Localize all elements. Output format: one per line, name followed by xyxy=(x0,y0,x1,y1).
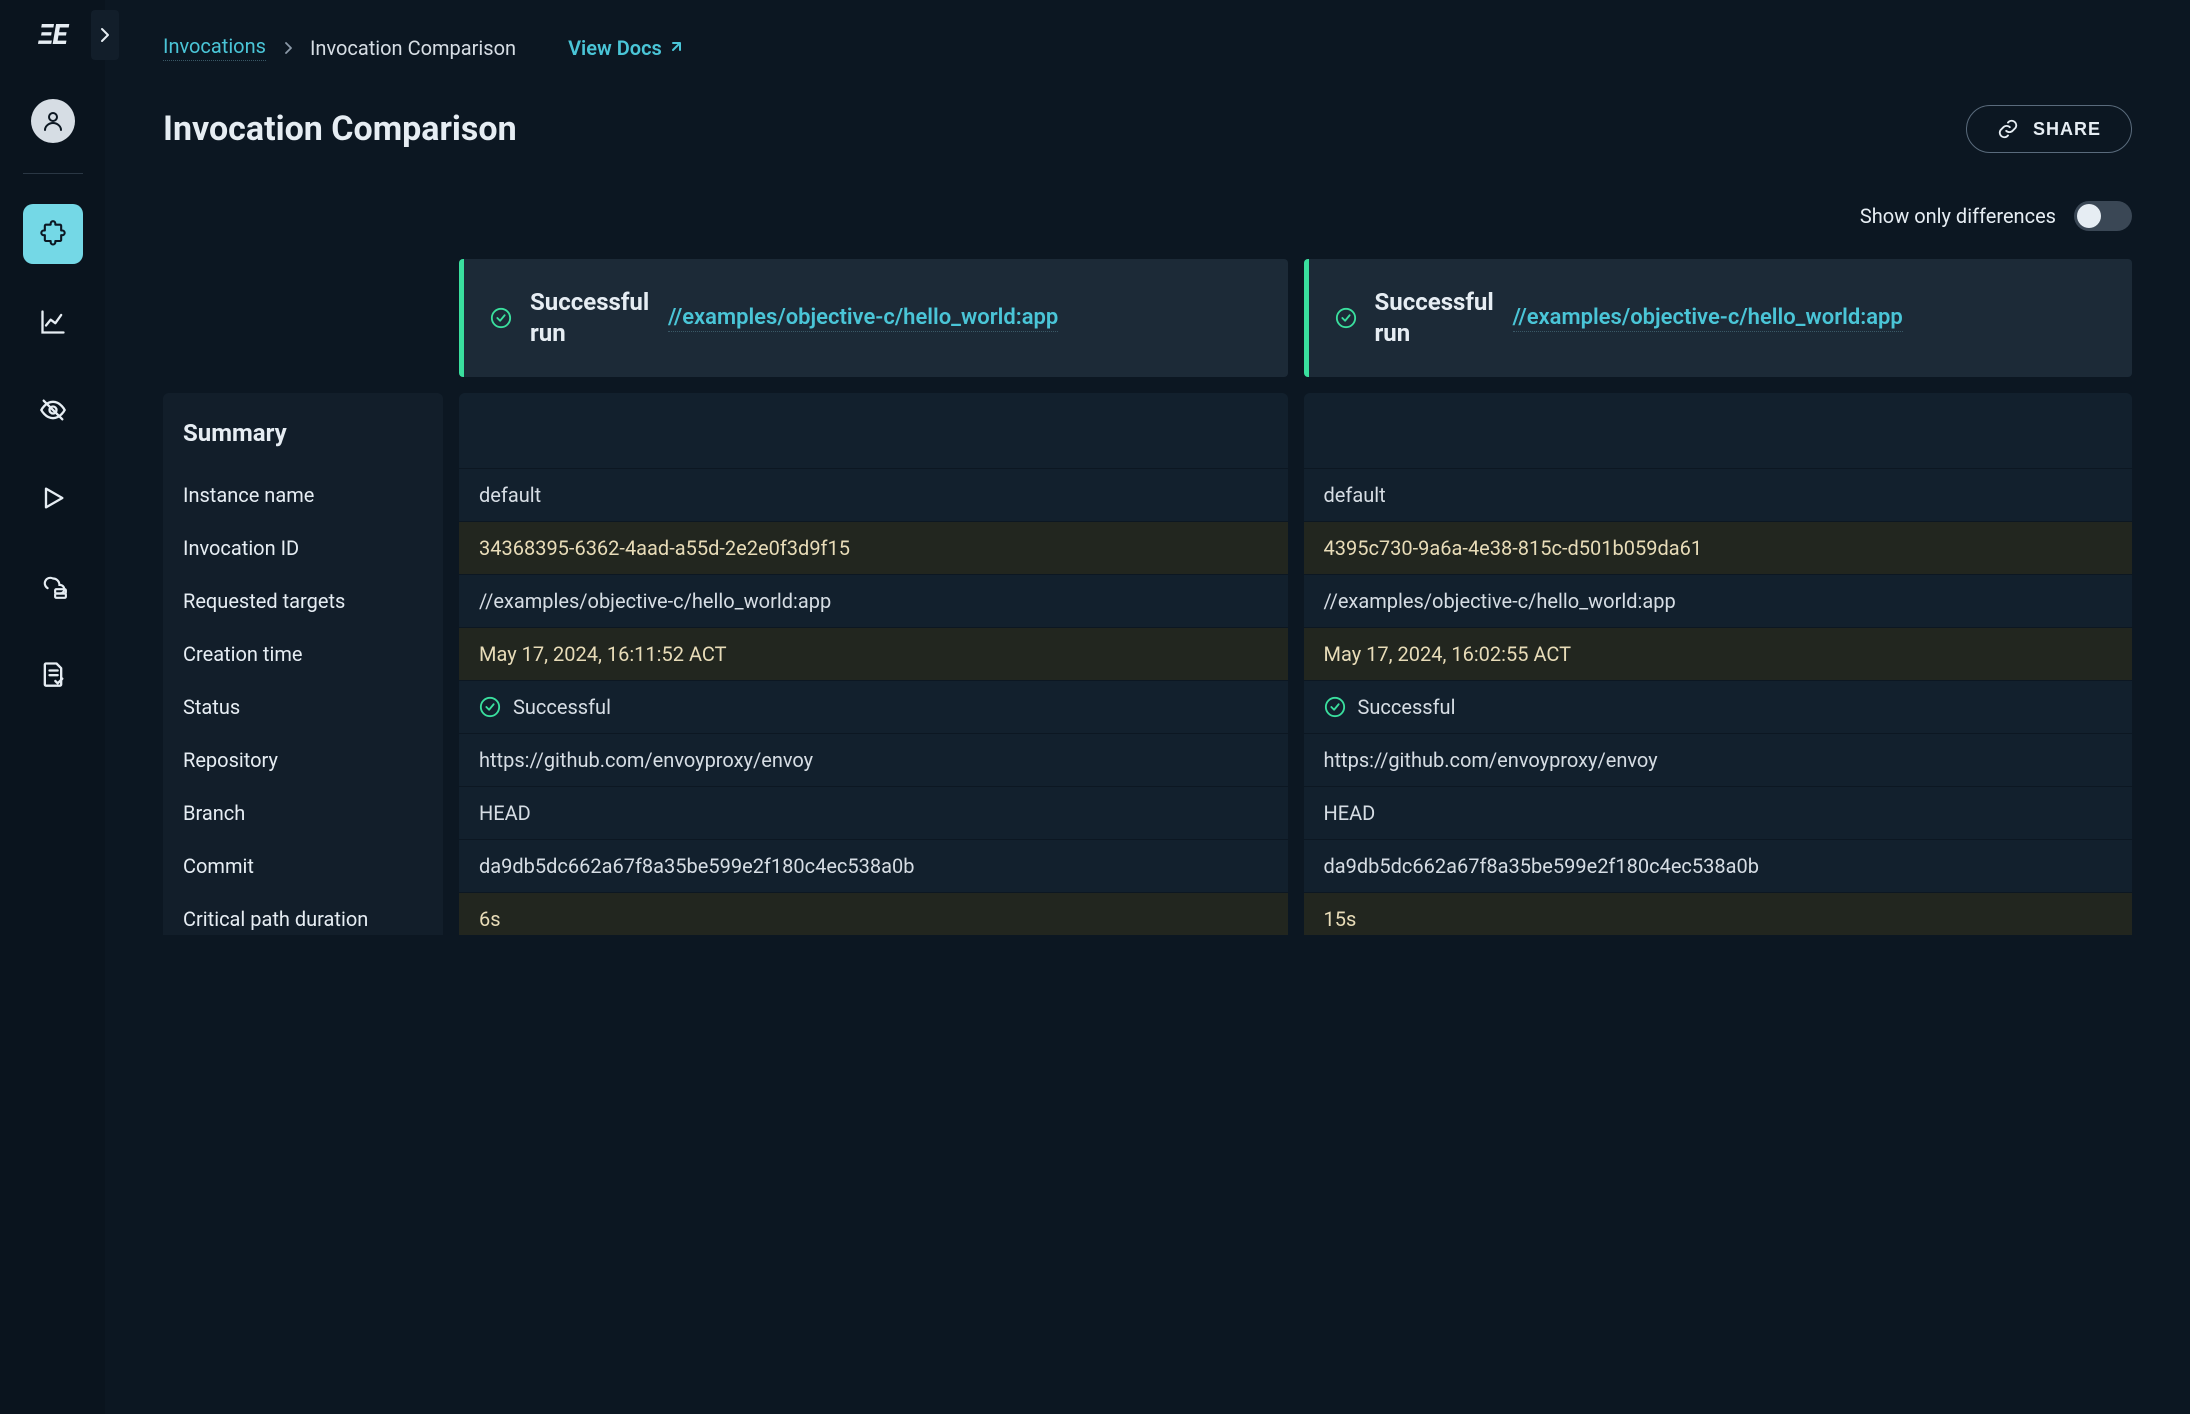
row-label: Branch xyxy=(163,787,443,840)
table-cell: 4395c730-9a6a-4e38-815c-d501b059da61 xyxy=(1304,522,2133,575)
external-link-icon xyxy=(668,41,682,55)
puzzle-icon xyxy=(39,220,67,248)
check-circle-icon xyxy=(1324,696,1346,718)
nav-hidden[interactable] xyxy=(23,380,83,440)
run-status-text: Successful run xyxy=(530,287,650,349)
row-label: Status xyxy=(163,681,443,734)
breadcrumb-root[interactable]: Invocations xyxy=(163,34,266,61)
run-target-link[interactable]: //examples/objective-c/hello_world:app xyxy=(668,300,1058,335)
eye-off-icon xyxy=(39,396,67,424)
show-differences-toggle[interactable] xyxy=(2074,201,2132,231)
play-icon xyxy=(39,484,67,512)
summary-heading: Summary xyxy=(163,393,443,469)
run-status-text: Successful run xyxy=(1375,287,1495,349)
share-button[interactable]: SHARE xyxy=(1966,105,2132,153)
sidebar: ΞE xyxy=(0,0,105,1414)
table-cell: HEAD xyxy=(459,787,1288,840)
view-docs-link[interactable]: View Docs xyxy=(568,36,682,60)
row-label: Repository xyxy=(163,734,443,787)
table-cell: Successful xyxy=(1304,681,2133,734)
row-label: Critical path duration xyxy=(163,893,443,935)
breadcrumb: Invocations Invocation Comparison View D… xyxy=(163,34,2132,61)
user-avatar[interactable] xyxy=(31,99,75,143)
table-cell: default xyxy=(459,469,1288,522)
table-cell: 6s xyxy=(459,893,1288,935)
table-cell: 34368395-6362-4aad-a55d-2e2e0f3d9f15 xyxy=(459,522,1288,575)
app-logo: ΞE xyxy=(38,18,67,51)
chart-line-icon xyxy=(39,308,67,336)
toggle-knob xyxy=(2077,204,2101,228)
toggle-label: Show only differences xyxy=(1860,204,2056,228)
table-cell: https://github.com/envoyproxy/envoy xyxy=(459,734,1288,787)
check-circle-icon xyxy=(479,696,501,718)
summary-heading-spacer xyxy=(1304,393,2133,469)
nav-builds[interactable] xyxy=(23,204,83,264)
table-cell: May 17, 2024, 16:02:55 ACT xyxy=(1304,628,2133,681)
table-cell: May 17, 2024, 16:11:52 ACT xyxy=(459,628,1288,681)
link-icon xyxy=(1997,118,2019,140)
nav-analytics[interactable] xyxy=(23,292,83,352)
table-cell: da9db5dc662a67f8a35be599e2f180c4ec538a0b xyxy=(459,840,1288,893)
view-docs-label: View Docs xyxy=(568,36,662,60)
chevron-right-icon xyxy=(100,27,110,43)
table-cell: Successful xyxy=(459,681,1288,734)
table-cell: https://github.com/envoyproxy/envoy xyxy=(1304,734,2133,787)
table-cell: //examples/objective-c/hello_world:app xyxy=(1304,575,2133,628)
table-cell: da9db5dc662a67f8a35be599e2f180c4ec538a0b xyxy=(1304,840,2133,893)
document-check-icon xyxy=(39,660,67,688)
person-icon xyxy=(41,109,65,133)
table-cell: default xyxy=(1304,469,2133,522)
row-label: Commit xyxy=(163,840,443,893)
sidebar-expand-button[interactable] xyxy=(91,10,119,60)
chevron-right-icon xyxy=(284,42,292,54)
table-cell: //examples/objective-c/hello_world:app xyxy=(459,575,1288,628)
share-button-label: SHARE xyxy=(2033,119,2101,140)
check-circle-icon xyxy=(1335,307,1357,329)
check-circle-icon xyxy=(490,307,512,329)
row-label: Requested targets xyxy=(163,575,443,628)
run-header: Successful run //examples/objective-c/hel… xyxy=(459,259,1288,377)
run-target-link[interactable]: //examples/objective-c/hello_world:app xyxy=(1513,300,1903,335)
breadcrumb-current: Invocation Comparison xyxy=(310,36,516,60)
nav-cloud[interactable] xyxy=(23,556,83,616)
sidebar-divider xyxy=(23,173,83,174)
row-label: Invocation ID xyxy=(163,522,443,575)
page-title: Invocation Comparison xyxy=(163,109,517,149)
row-label: Creation time xyxy=(163,628,443,681)
row-label: Instance name xyxy=(163,469,443,522)
table-cell: 15s xyxy=(1304,893,2133,935)
run-header: Successful run //examples/objective-c/hel… xyxy=(1304,259,2133,377)
table-cell: HEAD xyxy=(1304,787,2133,840)
cloud-data-icon xyxy=(38,572,68,600)
nav-reports[interactable] xyxy=(23,644,83,704)
nav-run[interactable] xyxy=(23,468,83,528)
summary-heading-spacer xyxy=(459,393,1288,469)
